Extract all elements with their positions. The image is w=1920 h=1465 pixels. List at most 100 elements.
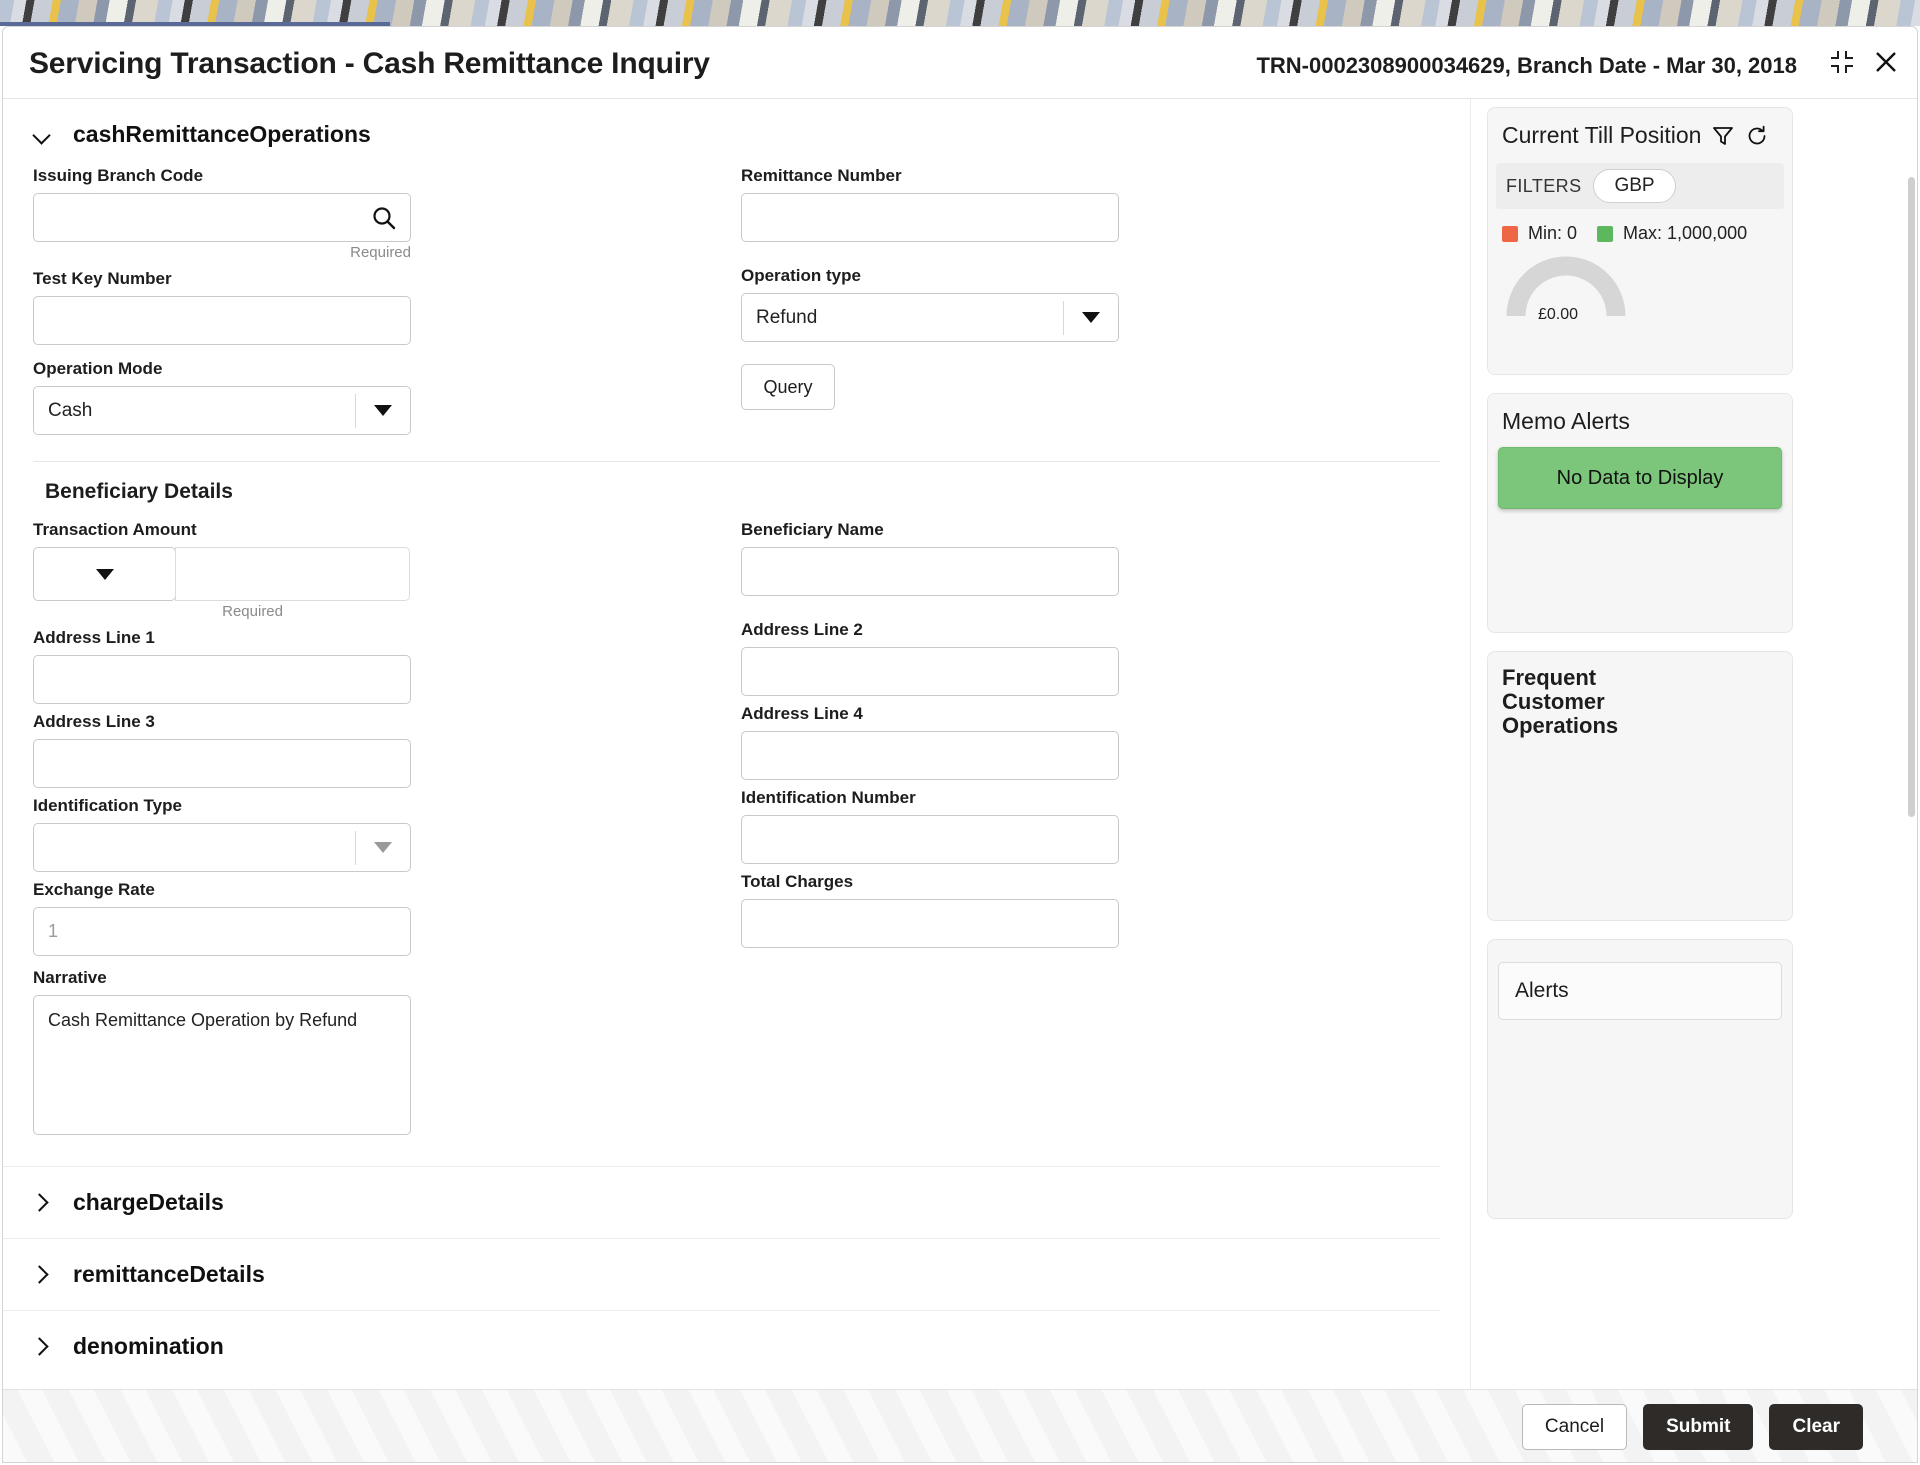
alerts-widget: Alerts bbox=[1487, 939, 1793, 1219]
operation-mode-select[interactable]: Cash bbox=[33, 386, 411, 435]
field-operation-type: Operation type Refund bbox=[741, 266, 1119, 342]
field-identification-number: Identification Number bbox=[741, 788, 1119, 864]
cancel-button[interactable]: Cancel bbox=[1521, 1403, 1628, 1450]
till-title: Current Till Position bbox=[1502, 122, 1702, 148]
section-remittance-details[interactable]: remittanceDetails bbox=[3, 1238, 1440, 1310]
address-line-4-label: Address Line 4 bbox=[741, 704, 863, 723]
currency-filter-chip[interactable]: GBP bbox=[1593, 169, 1676, 203]
exchange-rate-input[interactable] bbox=[33, 907, 411, 956]
transaction-amount-currency-select[interactable] bbox=[33, 547, 176, 601]
issuing-branch-code-helper: Required bbox=[350, 244, 411, 261]
till-gauge-amount: £0.00 bbox=[1538, 306, 1579, 323]
memo-alerts-title: Memo Alerts bbox=[1502, 408, 1630, 434]
operation-mode-label: Operation Mode bbox=[33, 359, 163, 378]
transaction-amount-wrapper bbox=[33, 547, 411, 601]
chevron-right-icon[interactable] bbox=[33, 1338, 51, 1356]
field-address-line-1: Address Line 1 bbox=[33, 628, 411, 704]
operation-type-select[interactable]: Refund bbox=[741, 293, 1119, 342]
form-column-left: Issuing Branch Code Required Test Key Nu… bbox=[33, 166, 411, 443]
till-gauge: £0.00 bbox=[1506, 254, 1626, 324]
issuing-branch-code-label: Issuing Branch Code bbox=[33, 166, 204, 185]
sidebar-widgets: Current Till Position FILTERS GBP Min: 0… bbox=[1473, 99, 1807, 1389]
transaction-amount-input[interactable] bbox=[175, 547, 410, 601]
section-label: chargeDetails bbox=[73, 1189, 224, 1215]
narrative-textarea[interactable]: Cash Remittance Operation by Refund bbox=[33, 995, 411, 1135]
scrollbar-thumb[interactable] bbox=[1908, 177, 1915, 817]
operation-type-label: Operation type bbox=[741, 266, 861, 285]
query-button[interactable]: Query bbox=[741, 364, 835, 410]
field-narrative: Narrative Cash Remittance Operation by R… bbox=[33, 968, 411, 1140]
field-beneficiary-name: Beneficiary Name bbox=[741, 520, 1119, 596]
collapsed-sections: chargeDetails remittanceDetails denomina… bbox=[3, 1166, 1470, 1382]
window-body: cashRemittanceOperations Issuing Branch … bbox=[3, 99, 1917, 1462]
operation-mode-value: Cash bbox=[48, 399, 93, 421]
test-key-number-input[interactable] bbox=[33, 296, 411, 345]
address-line-1-label: Address Line 1 bbox=[33, 628, 155, 647]
till-filters-bar: FILTERS GBP bbox=[1496, 163, 1784, 209]
transaction-reference: TRN-0002308900034629, Branch Date - Mar … bbox=[1256, 53, 1797, 78]
address-line-4-input[interactable] bbox=[741, 731, 1119, 780]
form-column-right: Remittance Number Operation type Refund bbox=[741, 166, 1119, 443]
form-row: Issuing Branch Code Required Test Key Nu… bbox=[33, 166, 1440, 443]
page-title: Servicing Transaction - Cash Remittance … bbox=[29, 47, 710, 80]
chevron-down-icon[interactable] bbox=[1064, 312, 1118, 323]
current-till-position-widget: Current Till Position FILTERS GBP Min: 0… bbox=[1487, 107, 1793, 375]
filters-label: FILTERS bbox=[1506, 175, 1582, 196]
identification-type-select[interactable] bbox=[33, 823, 411, 872]
transaction-amount-label: Transaction Amount bbox=[33, 520, 197, 539]
transaction-amount-helper: Required bbox=[222, 603, 283, 620]
exchange-rate-label: Exchange Rate bbox=[33, 880, 155, 899]
field-address-line-3: Address Line 3 bbox=[33, 712, 411, 788]
narrative-label: Narrative bbox=[33, 968, 107, 987]
address-line-2-label: Address Line 2 bbox=[741, 620, 863, 639]
identification-number-input[interactable] bbox=[741, 815, 1119, 864]
desktop-wallpaper-strip bbox=[0, 0, 1920, 26]
total-charges-input[interactable] bbox=[741, 899, 1119, 948]
field-remittance-number: Remittance Number bbox=[741, 166, 1119, 242]
remittance-number-label: Remittance Number bbox=[741, 166, 902, 185]
chevron-down-icon[interactable] bbox=[356, 405, 410, 416]
test-key-number-label: Test Key Number bbox=[33, 269, 172, 288]
min-legend-label: Min: 0 bbox=[1528, 223, 1578, 243]
collapse-icon[interactable] bbox=[1831, 51, 1853, 73]
beneficiary-column-left: Transaction Amount Required Address Line… bbox=[33, 520, 411, 1148]
address-line-3-label: Address Line 3 bbox=[33, 712, 155, 731]
chevron-down-icon[interactable] bbox=[33, 126, 51, 144]
close-icon[interactable] bbox=[1873, 49, 1899, 75]
identification-type-label: Identification Type bbox=[33, 796, 182, 815]
beneficiary-name-input[interactable] bbox=[741, 547, 1119, 596]
field-identification-type: Identification Type bbox=[33, 796, 411, 872]
chevron-right-icon[interactable] bbox=[33, 1194, 51, 1212]
alerts-title: Alerts bbox=[1498, 962, 1782, 1020]
window-controls bbox=[1831, 49, 1899, 75]
frequent-customer-operations-title: Frequent Customer Operations bbox=[1502, 665, 1619, 739]
address-line-1-input[interactable] bbox=[33, 655, 411, 704]
accordion-header-cash-remittance-operations[interactable]: cashRemittanceOperations bbox=[3, 99, 1470, 166]
field-address-line-2: Address Line 2 bbox=[741, 620, 1119, 696]
issuing-branch-code-input[interactable] bbox=[33, 193, 411, 242]
till-header: Current Till Position bbox=[1488, 108, 1792, 149]
chevron-down-icon[interactable] bbox=[95, 568, 114, 580]
search-icon[interactable] bbox=[371, 205, 397, 231]
address-line-2-input[interactable] bbox=[741, 647, 1119, 696]
section-charge-details[interactable]: chargeDetails bbox=[3, 1166, 1440, 1238]
section-denomination[interactable]: denomination bbox=[3, 1310, 1440, 1382]
form-grid-top: Issuing Branch Code Required Test Key Nu… bbox=[3, 166, 1470, 443]
identification-number-label: Identification Number bbox=[741, 788, 916, 807]
submit-button[interactable]: Submit bbox=[1643, 1403, 1754, 1450]
remittance-number-input[interactable] bbox=[741, 193, 1119, 242]
field-address-line-4: Address Line 4 bbox=[741, 704, 1119, 780]
form-area: cashRemittanceOperations Issuing Branch … bbox=[3, 99, 1471, 1389]
address-line-3-input[interactable] bbox=[33, 739, 411, 788]
filter-icon[interactable] bbox=[1711, 124, 1735, 148]
max-legend-label: Max: 1,000,000 bbox=[1623, 223, 1748, 243]
refresh-icon[interactable] bbox=[1745, 124, 1769, 148]
window-header: Servicing Transaction - Cash Remittance … bbox=[3, 27, 1917, 99]
transaction-window: Servicing Transaction - Cash Remittance … bbox=[2, 26, 1918, 1463]
chevron-right-icon[interactable] bbox=[33, 1266, 51, 1284]
section-label: denomination bbox=[73, 1333, 224, 1359]
footer-actions: Cancel Submit Clear bbox=[3, 1389, 1917, 1462]
clear-button[interactable]: Clear bbox=[1769, 1403, 1863, 1450]
field-issuing-branch-code: Issuing Branch Code Required bbox=[33, 166, 411, 261]
chevron-down-icon[interactable] bbox=[356, 842, 410, 853]
